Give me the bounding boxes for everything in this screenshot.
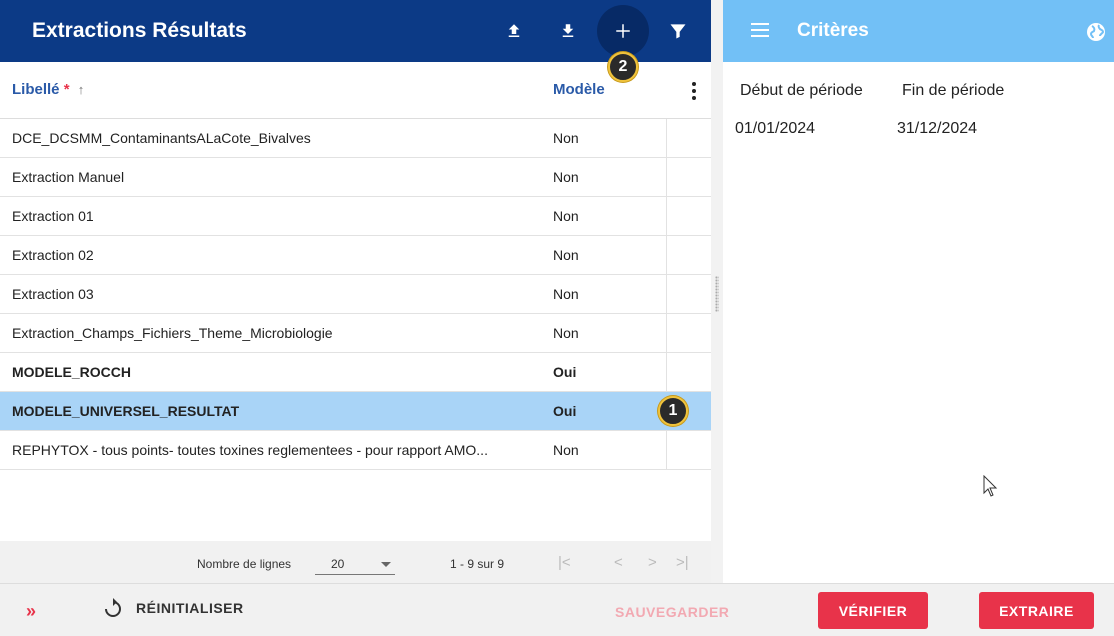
column-label-text: Libellé bbox=[12, 81, 60, 98]
add-icon[interactable] bbox=[611, 19, 635, 43]
extractions-panel: Extractions Résultats 2 Libellé * ↑ Modè… bbox=[0, 0, 711, 583]
last-page-button[interactable]: >| bbox=[676, 554, 689, 571]
save-button[interactable]: SAUVEGARDER bbox=[615, 604, 729, 620]
column-divider bbox=[666, 158, 667, 196]
table-row[interactable]: DCE_DCSMM_ContaminantsALaCote_Bivalves N… bbox=[0, 119, 711, 158]
upload-icon[interactable] bbox=[502, 19, 526, 43]
annotation-badge-1: 1 bbox=[658, 396, 688, 426]
action-bar: » RÉINITIALISER SAUVEGARDER VÉRIFIER EXT… bbox=[0, 583, 1114, 636]
table-header: Libellé * ↑ Modèle bbox=[0, 62, 711, 119]
extract-button[interactable]: EXTRAIRE bbox=[979, 592, 1094, 629]
reset-button[interactable]: RÉINITIALISER bbox=[104, 598, 244, 618]
table-row[interactable]: Extraction_Champs_Fichiers_Theme_Microbi… bbox=[0, 314, 711, 353]
rows-per-page-select[interactable]: 20 bbox=[315, 551, 395, 575]
start-period-label: Début de période bbox=[740, 82, 863, 99]
extractions-header: Extractions Résultats bbox=[0, 0, 711, 62]
row-label: REPHYTOX - tous points- toutes toxines r… bbox=[12, 442, 488, 458]
row-model: Oui bbox=[553, 364, 577, 380]
table-paginator: Nombre de lignes 20 1 - 9 sur 9 |< < > >… bbox=[0, 541, 711, 583]
row-label: Extraction_Champs_Fichiers_Theme_Microbi… bbox=[12, 325, 333, 341]
first-page-button[interactable]: |< bbox=[558, 554, 571, 571]
table-row[interactable]: Extraction 03 Non bbox=[0, 275, 711, 314]
row-model: Non bbox=[553, 169, 579, 185]
end-period-label: Fin de période bbox=[902, 82, 1005, 99]
row-label: Extraction 03 bbox=[12, 286, 94, 302]
required-mark: * bbox=[63, 81, 70, 98]
panel-splitter[interactable] bbox=[711, 0, 723, 583]
sort-arrow-icon: ↑ bbox=[77, 82, 85, 97]
menu-icon[interactable] bbox=[751, 22, 769, 38]
page-range: 1 - 9 sur 9 bbox=[450, 557, 505, 571]
expand-toggle-icon[interactable]: » bbox=[26, 601, 36, 622]
filter-icon[interactable] bbox=[666, 19, 690, 43]
table-row-selected[interactable]: MODELE_UNIVERSEL_RESULTAT Oui 1 bbox=[0, 392, 711, 431]
table-row[interactable]: REPHYTOX - tous points- toutes toxines r… bbox=[0, 431, 711, 470]
column-divider bbox=[666, 119, 667, 157]
row-model: Non bbox=[553, 208, 579, 224]
row-model: Non bbox=[553, 247, 579, 263]
criteria-title: Critères bbox=[797, 20, 869, 41]
start-period-value: 01/01/2024 bbox=[735, 120, 816, 137]
column-divider bbox=[666, 236, 667, 274]
drag-handle-icon[interactable] bbox=[715, 276, 719, 312]
end-period-value: 31/12/2024 bbox=[897, 120, 978, 137]
rows-per-page-value: 20 bbox=[331, 557, 345, 571]
reset-label: RÉINITIALISER bbox=[136, 600, 244, 616]
verify-button[interactable]: VÉRIFIER bbox=[818, 592, 928, 629]
more-options-icon[interactable] bbox=[684, 80, 704, 102]
column-divider bbox=[666, 197, 667, 235]
row-label: DCE_DCSMM_ContaminantsALaCote_Bivalves bbox=[12, 130, 311, 146]
globe-icon[interactable] bbox=[1086, 22, 1106, 42]
row-model: Non bbox=[553, 130, 579, 146]
criteria-header: Critères bbox=[723, 0, 1114, 62]
table-row[interactable]: MODELE_ROCCH Oui bbox=[0, 353, 711, 392]
row-label: Extraction 01 bbox=[12, 208, 94, 224]
column-divider bbox=[666, 314, 667, 352]
row-label: Extraction Manuel bbox=[12, 169, 125, 185]
extractions-table-body: DCE_DCSMM_ContaminantsALaCote_Bivalves N… bbox=[0, 119, 711, 470]
panel-title: Extractions Résultats bbox=[32, 19, 247, 42]
previous-page-button[interactable]: < bbox=[614, 554, 623, 571]
chevron-down-icon bbox=[381, 562, 391, 567]
column-header-label[interactable]: Libellé * ↑ bbox=[12, 81, 84, 98]
row-label: Extraction 02 bbox=[12, 247, 94, 263]
column-header-model[interactable]: Modèle bbox=[553, 81, 605, 98]
row-model: Non bbox=[553, 442, 579, 458]
row-model: Oui bbox=[553, 403, 577, 419]
table-row[interactable]: Extraction Manuel Non bbox=[0, 158, 711, 197]
mouse-cursor-icon bbox=[983, 474, 999, 499]
download-icon[interactable] bbox=[556, 19, 580, 43]
row-model: Non bbox=[553, 286, 579, 302]
next-page-button[interactable]: > bbox=[648, 554, 657, 571]
row-label: MODELE_ROCCH bbox=[12, 364, 132, 380]
row-model: Non bbox=[553, 325, 579, 341]
column-divider bbox=[666, 353, 667, 391]
criteria-panel: Critères Début de période Fin de période… bbox=[723, 0, 1114, 583]
rows-per-page-label: Nombre de lignes bbox=[197, 557, 292, 571]
column-divider bbox=[666, 275, 667, 313]
table-row[interactable]: Extraction 01 Non bbox=[0, 197, 711, 236]
table-row[interactable]: Extraction 02 Non bbox=[0, 236, 711, 275]
column-divider bbox=[666, 431, 667, 469]
row-label: MODELE_UNIVERSEL_RESULTAT bbox=[12, 403, 240, 419]
